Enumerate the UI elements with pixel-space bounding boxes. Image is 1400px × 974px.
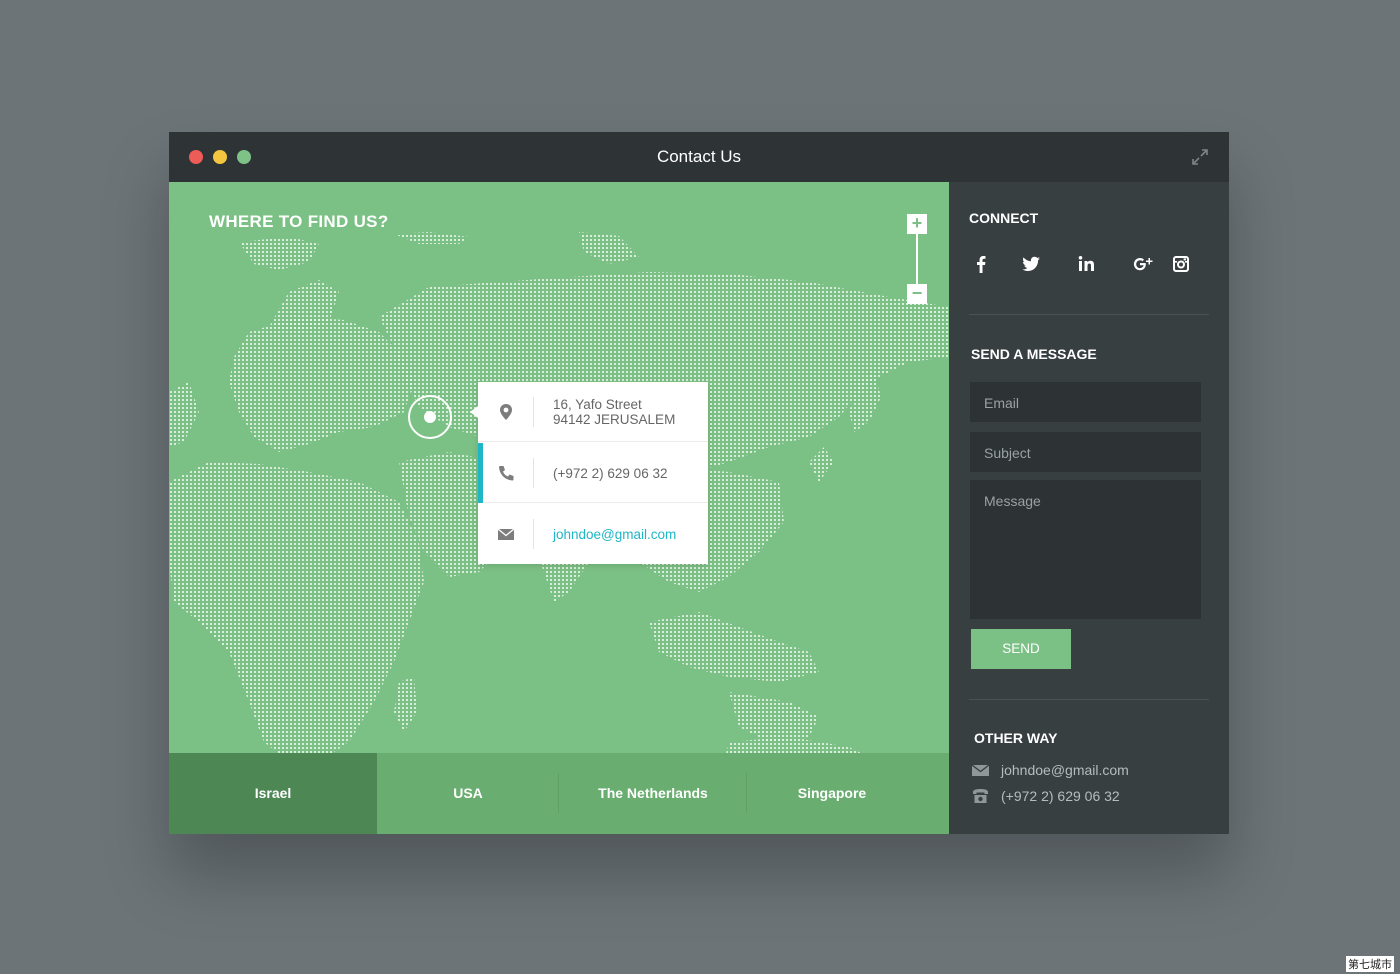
- envelope-icon: [971, 764, 990, 776]
- address-line-1: 16, Yafo Street: [553, 397, 642, 412]
- row-divider: [533, 458, 534, 488]
- map-title: WHERE TO FIND US?: [209, 212, 389, 231]
- instagram-icon[interactable]: [1169, 252, 1193, 276]
- zoom-control: + −: [907, 214, 927, 304]
- contact-sidebar: CONNECT SEND A MESSAGE Email Subject Mes…: [949, 182, 1229, 834]
- location-marker[interactable]: [408, 395, 452, 439]
- address-row: 16, Yafo Street 94142 JERUSALEM: [478, 382, 708, 442]
- address-line-2: 94142 JERUSALEM: [553, 412, 676, 427]
- watermark: 第七城市: [1346, 956, 1394, 972]
- country-tabs: Israel USA The Netherlands Singapore: [169, 753, 949, 834]
- envelope-icon: [497, 528, 515, 540]
- telephone-icon: [973, 789, 988, 803]
- window-title: Contact Us: [656, 147, 742, 166]
- location-pin-icon: [500, 404, 512, 420]
- other-email-text: johndoe@gmail.com: [1001, 762, 1129, 778]
- tab-the-netherlands[interactable]: The Netherlands: [559, 753, 747, 834]
- section-divider: [969, 314, 1209, 315]
- phone-row[interactable]: (+972 2) 629 06 32: [478, 443, 708, 503]
- email-link[interactable]: johndoe@gmail.com: [553, 527, 676, 542]
- contact-window: Contact Us WHERE TO FIND US? + − 16, Yaf…: [169, 132, 1229, 834]
- message-textarea[interactable]: Message: [970, 480, 1201, 619]
- phone-icon: [499, 466, 514, 481]
- linkedin-icon[interactable]: [1075, 252, 1099, 276]
- tab-singapore[interactable]: Singapore: [747, 753, 917, 834]
- zoom-in-button[interactable]: +: [907, 214, 927, 234]
- other-phone-text: (+972 2) 629 06 32: [1001, 788, 1120, 804]
- subject-input[interactable]: Subject: [970, 432, 1201, 472]
- row-divider: [533, 519, 534, 549]
- expand-icon[interactable]: [1191, 148, 1209, 166]
- active-row-indicator: [478, 443, 483, 503]
- send-message-heading: SEND A MESSAGE: [971, 346, 1097, 362]
- other-way-heading: OTHER WAY: [974, 730, 1058, 746]
- google-plus-icon[interactable]: [1131, 252, 1155, 276]
- row-divider: [533, 397, 534, 427]
- address-text: 16, Yafo Street 94142 JERUSALEM: [553, 397, 675, 427]
- world-map[interactable]: WHERE TO FIND US? + − 16, Yafo Street 94…: [169, 182, 949, 834]
- email-row[interactable]: johndoe@gmail.com: [478, 504, 708, 564]
- location-info-card: 16, Yafo Street 94142 JERUSALEM (+972 2)…: [470, 382, 708, 564]
- email-input[interactable]: Email: [970, 382, 1201, 422]
- zoom-slider-track[interactable]: [916, 234, 918, 284]
- tab-usa[interactable]: USA: [377, 753, 559, 834]
- title-bar: Contact Us: [169, 132, 1229, 182]
- twitter-icon[interactable]: [1019, 252, 1043, 276]
- phone-text: (+972 2) 629 06 32: [553, 466, 668, 481]
- tab-israel[interactable]: Israel: [169, 753, 377, 834]
- section-divider: [969, 699, 1209, 700]
- zoom-out-button[interactable]: −: [907, 284, 927, 304]
- marker-center-dot: [424, 411, 436, 423]
- facebook-icon[interactable]: [969, 252, 993, 276]
- connect-heading: CONNECT: [969, 210, 1039, 226]
- send-button[interactable]: SEND: [971, 629, 1071, 669]
